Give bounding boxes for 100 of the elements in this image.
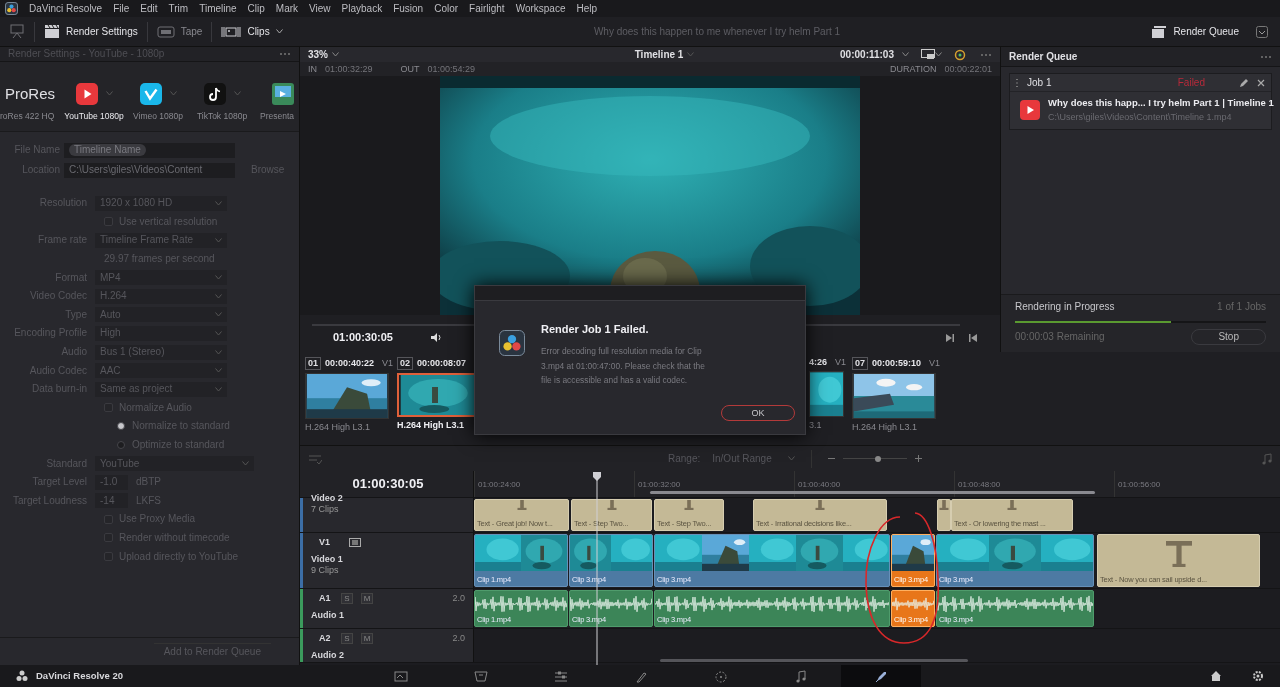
mark-label: DURATION <box>890 63 937 75</box>
mute-button[interactable]: M <box>361 632 373 644</box>
music-note-icon[interactable] <box>1262 452 1272 465</box>
channel-label: 2.0 <box>452 592 465 604</box>
settings-icon[interactable] <box>1252 670 1264 682</box>
skip-back-icon[interactable] <box>968 332 978 343</box>
track-code: A1 <box>319 592 332 604</box>
page-tab[interactable] <box>841 665 921 687</box>
clips-icon <box>221 24 242 39</box>
toolbar-button[interactable]: Render Queue <box>1142 20 1248 43</box>
caret-icon <box>215 293 222 299</box>
logo-icon <box>499 330 525 356</box>
app-name: DaVinci Resolve <box>29 2 103 15</box>
app-version: DaVinci Resolve 20 <box>36 670 123 682</box>
zoom-in-icon[interactable] <box>914 455 922 462</box>
pencil-icon[interactable] <box>1239 77 1249 88</box>
collapse-icon[interactable] <box>1256 25 1268 38</box>
caret-icon <box>687 52 695 57</box>
color-icon <box>714 669 728 683</box>
music-note-icon <box>203 82 226 105</box>
clip-number: 02 <box>397 357 413 370</box>
speaker-icon[interactable] <box>429 332 442 343</box>
caret-icon <box>215 386 222 392</box>
ruler-timecode: 01:00:56:00 <box>1118 480 1161 490</box>
scrollbar[interactable] <box>660 659 968 662</box>
ruler-timecode: 01:00:32:00 <box>638 480 681 490</box>
caret-icon <box>935 52 942 57</box>
slider-thumb[interactable] <box>874 455 881 462</box>
track-label: V1 <box>835 357 847 368</box>
codec-label: H.264 High L3.1 <box>852 421 919 433</box>
solo-button[interactable]: S <box>341 592 353 604</box>
mark-timecode: 01:00:54:29 <box>427 63 476 75</box>
clip-count: 9 Clips <box>311 564 340 576</box>
play-icon <box>75 82 98 105</box>
solo-button[interactable]: S <box>341 632 353 644</box>
presentation-icon <box>272 82 294 105</box>
mark-timecode: 00:00:22:01 <box>944 63 992 75</box>
track-name: Audio 1 <box>311 610 345 621</box>
caret-icon <box>233 91 241 97</box>
text-icon <box>1165 541 1192 567</box>
zoom-slider[interactable] <box>842 454 907 463</box>
job-count: 1 of 1 Jobs <box>1217 301 1266 313</box>
close-icon[interactable] <box>1257 78 1265 87</box>
mute-button[interactable]: M <box>361 592 373 604</box>
menu-item[interactable]: View <box>309 2 331 15</box>
track-label: V1 <box>929 358 941 369</box>
menu-item[interactable]: Fairlight <box>469 2 505 15</box>
menu-item[interactable]: Help <box>576 2 598 15</box>
menu-item[interactable]: File <box>113 2 130 15</box>
film-icon[interactable] <box>349 537 361 547</box>
menu-item[interactable]: Trim <box>168 2 189 15</box>
more-icon[interactable] <box>1260 54 1272 59</box>
menu-item[interactable]: Playback <box>341 2 383 15</box>
play-icon <box>1020 100 1040 121</box>
clip-timecode: 00:00:08:07 <box>417 358 467 369</box>
name-chip: Timeline Name <box>69 144 146 156</box>
caret-icon <box>902 52 909 57</box>
menu-item[interactable]: Color <box>434 2 459 15</box>
ruler-timecode: 01:00:48:00 <box>958 480 1001 490</box>
timeline-dropdown[interactable]: Timeline 1 <box>484 48 695 61</box>
text-clip[interactable] <box>937 499 951 531</box>
toolbar-button[interactable]: Tape <box>147 20 212 43</box>
zoom-dropdown[interactable]: 33% <box>308 48 339 61</box>
logo-icon <box>16 670 28 682</box>
tape-icon <box>156 24 175 39</box>
menu-item[interactable]: Workspace <box>515 2 566 15</box>
mark-timecode: 01:00:32:29 <box>325 63 373 75</box>
job-name: Job 1 <box>1027 76 1053 89</box>
track-name: Video 1 <box>311 554 344 565</box>
drag-handle-icon[interactable] <box>1016 78 1019 87</box>
toolbar-button[interactable]: Clips <box>212 20 292 43</box>
caret-icon <box>215 312 222 318</box>
mark-label: IN <box>308 63 317 75</box>
menu-item[interactable]: Edit <box>140 2 158 15</box>
viewer-timecode: 01:00:30:05 <box>333 330 393 345</box>
zoom-out-icon[interactable] <box>827 455 835 462</box>
timecode-dropdown[interactable]: 00:00:11:03 <box>840 48 909 61</box>
more-icon[interactable] <box>980 52 992 57</box>
menu-item[interactable]: Fusion <box>393 2 424 15</box>
menu-item[interactable]: Clip <box>247 2 265 15</box>
clip-count: 7 Clips <box>311 503 340 515</box>
color-wheel-icon[interactable] <box>954 48 966 61</box>
cut-icon <box>474 669 488 683</box>
clapperboard-icon <box>44 24 60 39</box>
home-icon[interactable] <box>1210 670 1222 682</box>
menu-item[interactable]: Mark <box>275 2 299 15</box>
track-name: Audio 2 <box>311 650 345 661</box>
toolbar-button[interactable]: Render Settings <box>35 20 147 43</box>
ruler-timecode: 01:00:24:00 <box>478 480 521 490</box>
display-icon[interactable] <box>921 49 935 60</box>
dialog-title: Render Job 1 Failed. <box>541 323 649 337</box>
caret-icon <box>332 52 339 57</box>
clip-timecode: 00:00:59:10 <box>872 358 922 369</box>
clip-timecode: 00:00:40:22 <box>325 358 375 369</box>
menu-item[interactable]: Timeline <box>199 2 237 15</box>
skip-forward-icon[interactable] <box>945 332 955 343</box>
track-code: A2 <box>319 632 332 644</box>
caret-icon <box>215 368 222 374</box>
timeline-options-icon[interactable] <box>308 452 322 465</box>
caret-icon <box>215 275 222 281</box>
